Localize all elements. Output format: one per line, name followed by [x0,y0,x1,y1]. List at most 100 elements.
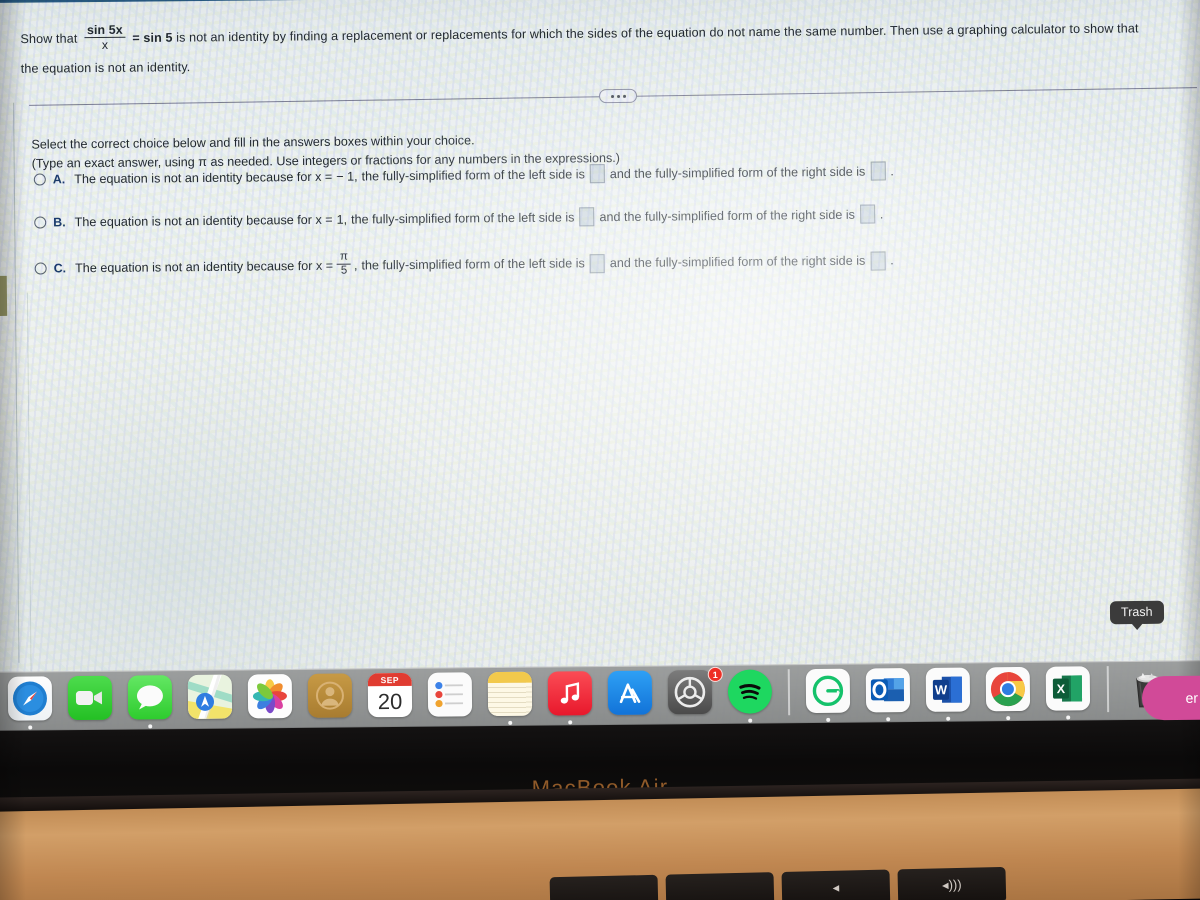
screen-edge-reflection [0,275,8,317]
person-glyph [315,681,344,710]
spotify-icon [727,669,773,714]
system-settings-icon [667,669,713,715]
pi-over-5-numerator: π [339,250,348,263]
spotify-waves-glyph [739,683,761,700]
dock-item-outlook[interactable] [858,668,919,727]
choice-c-period: . [890,253,894,268]
pi-over-5-denominator: 5 [340,264,348,277]
dock-item-safari[interactable] [0,676,60,735]
music-note-glyph [560,682,580,704]
sin5x-over-x-fraction: sin 5x x [83,23,126,54]
svg-text:X: X [1057,682,1066,696]
chrome-icon [985,666,1031,712]
choice-b-left-answer-input[interactable] [579,207,595,227]
radio-choice-b[interactable] [34,215,47,229]
radio-choice-a[interactable] [33,172,46,186]
question-sheet: Show that sin 5x x = sin 5 is not an ide… [6,0,1200,683]
choice-a-right-answer-input[interactable] [870,161,886,181]
dock-item-grammarly[interactable] [798,668,859,728]
choice-a-period: . [890,163,894,178]
dock-item-messages[interactable] [120,675,181,734]
more-options-button[interactable] [598,88,638,104]
question-equals-sin5: = sin 5 [132,30,173,46]
key-f10[interactable] [665,872,775,900]
pi-over-5-fraction: π 5 [337,251,351,279]
question-line2-text: the equation is not an identity. [20,60,191,76]
dock-item-calendar[interactable]: SEP 20 [360,672,421,732]
dock-item-chrome[interactable] [978,666,1039,726]
question-rest: is not an identity by finding a replacem… [176,21,1139,45]
choice-c-left-answer-input[interactable] [589,253,605,273]
reminders-icon [427,672,473,717]
choice-c-x-suffix: , [353,258,358,273]
dock-item-music[interactable] [540,671,601,730]
pane-divider-left [13,102,20,663]
excel-x-glyph: X [1052,675,1083,702]
choice-c-text-after-x: the fully-simplified form of the left si… [361,256,585,273]
laptop-screen: Show that sin 5x x = sin 5 is not an ide… [0,0,1200,730]
safari-icon [7,676,53,721]
choice-b-right-answer-input[interactable] [859,204,875,224]
gear-glyph [674,676,706,708]
dock-item-system-settings[interactable]: 1 [660,666,723,729]
question-statement-line2: the equation is not an identity. [21,58,191,79]
calendar-day: 20 [377,688,403,714]
app-store-a-glyph [619,683,641,704]
svg-text:W: W [935,682,948,697]
dock-item-word[interactable]: W [918,667,979,726]
running-indicator [148,724,153,729]
dock-item-excel[interactable]: X [1038,666,1099,725]
dock-item-maps[interactable] [180,674,241,733]
dock-item-facetime[interactable] [60,675,121,735]
messages-icon [127,675,173,720]
question-statement: Show that sin 5x x = sin 5 is not an ide… [20,14,1138,55]
question-prefix: Show that [20,31,78,47]
choice-b-text-middle: and the fully-simplified form of the rig… [599,207,855,224]
dock-separator-trash [1106,666,1110,713]
system-settings-badge: 1 [707,666,723,683]
dock-item-photos[interactable] [240,673,301,733]
running-indicator [508,720,513,725]
key-volume-down[interactable]: ◂ [781,869,891,900]
facetime-icon [67,675,113,721]
grammarly-g-glyph [812,675,844,707]
map-glyph [187,674,233,719]
dot-3-icon [622,94,626,98]
video-camera-glyph [75,690,103,706]
notes-header-strip [487,671,532,684]
choice-c[interactable]: C. The equation is not an identity becau… [34,246,894,282]
running-indicator [28,725,33,730]
dock-item-spotify[interactable] [720,669,781,728]
word-w-glyph: W [932,676,963,703]
pane-divider-left-2 [26,292,32,678]
fraction-denominator: x [101,38,109,53]
notes-lines [487,682,533,717]
grammarly-icon [805,668,851,714]
choice-c-right-answer-input[interactable] [870,250,886,271]
outlook-envelope-glyph [870,678,905,702]
excel-icon: X [1045,666,1091,711]
running-indicator [826,717,831,722]
choice-a-text-before-x: The equation is not an identity because … [74,169,333,186]
choice-c-letter: C. [53,261,67,276]
radio-choice-c[interactable] [34,262,47,275]
photo-of-macbook-screen: Show that sin 5x x = sin 5 is not an ide… [0,0,1200,900]
key-f9[interactable] [549,874,659,900]
key-volume-up[interactable]: ◂))) [897,866,1007,900]
safari-compass-glyph [12,681,47,716]
choice-a-left-answer-input[interactable] [589,164,605,184]
choice-b-letter: B. [53,214,66,229]
choice-b-period: . [879,206,884,221]
choice-b[interactable]: B. The equation is not an identity becau… [34,204,883,231]
choice-c-text-middle: and the fully-simplified form of the rig… [609,253,866,271]
dock-item-notes[interactable] [480,671,541,731]
running-indicator [748,718,753,723]
choice-a-letter: A. [52,171,66,186]
calendar-icon: SEP 20 [367,672,413,718]
dock-item-reminders[interactable] [420,672,481,731]
dock-item-contacts[interactable] [300,673,361,732]
running-indicator [946,716,951,721]
speech-bubble-glyph [136,685,163,710]
dock-item-app-store[interactable] [600,670,661,729]
outlook-icon [865,668,911,713]
